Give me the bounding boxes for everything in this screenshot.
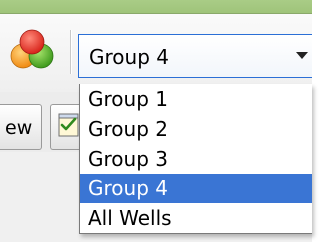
group-dropdown-list: Group 1 Group 2 Group 3 Group 4 All Well… (79, 84, 312, 234)
top-strip (0, 0, 312, 14)
checklist-icon (58, 113, 79, 137)
group-combobox-value: Group 4 (89, 45, 169, 69)
dropdown-option-group-2[interactable]: Group 2 (80, 115, 312, 144)
dropdown-option-all-wells[interactable]: All Wells (80, 204, 312, 233)
group-combobox[interactable]: Group 4 (78, 34, 312, 78)
dropdown-option-group-4[interactable]: Group 4 (80, 174, 312, 203)
groups-icon[interactable] (8, 28, 56, 72)
view-button-label: ew (5, 117, 33, 139)
window-frame: Group 4 ew Group 1 Group 2 Group 3 Group… (0, 0, 312, 242)
dropdown-option-group-1[interactable]: Group 1 (80, 85, 312, 114)
view-button[interactable]: ew (0, 104, 42, 150)
chevron-down-icon[interactable] (296, 52, 308, 59)
toolbar-separator (70, 30, 71, 74)
dropdown-option-group-3[interactable]: Group 3 (80, 145, 312, 174)
